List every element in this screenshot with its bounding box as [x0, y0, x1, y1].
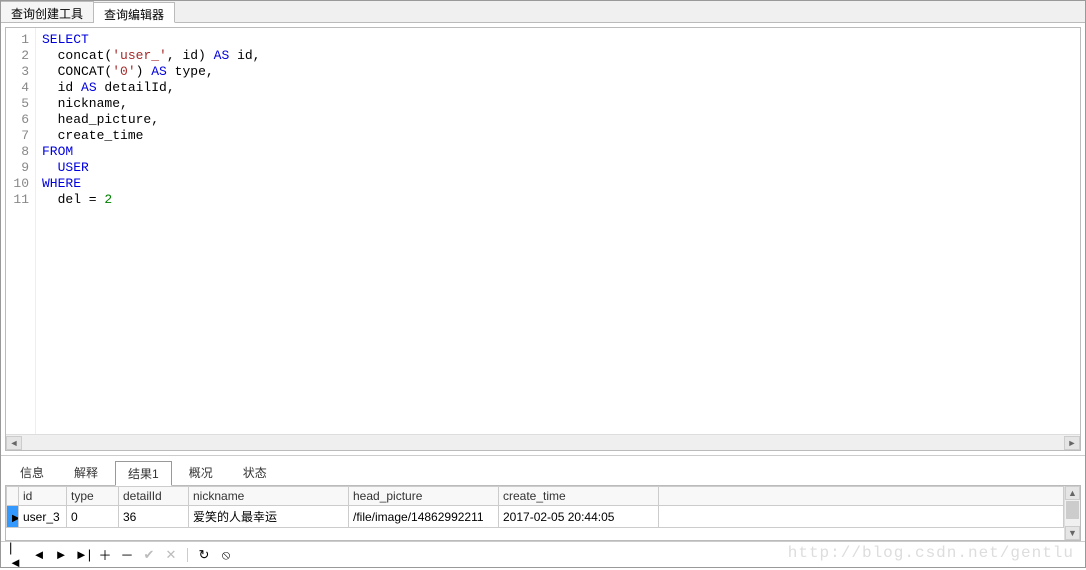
col-empty	[659, 487, 1064, 506]
apply-button[interactable]: ✔	[141, 547, 157, 563]
tab-info[interactable]: 信息	[7, 460, 57, 485]
scroll-left-icon[interactable]: ◄	[6, 436, 22, 450]
col-type[interactable]: type	[67, 487, 119, 506]
add-record-button[interactable]: ＋	[97, 547, 113, 563]
current-row-icon: ▶	[12, 513, 19, 524]
tab-query-builder[interactable]: 查询创建工具	[1, 1, 94, 22]
editor-hscrollbar[interactable]: ◄ ►	[6, 434, 1080, 450]
refresh-button[interactable]: ↻	[196, 547, 212, 563]
cell-empty	[659, 506, 1064, 528]
last-record-button[interactable]: ►|	[75, 547, 91, 563]
scroll-right-icon[interactable]: ►	[1064, 436, 1080, 450]
tab-profile[interactable]: 概况	[176, 460, 226, 485]
sql-editor-body[interactable]: 12345 67891011 SELECT concat('user_', id…	[6, 28, 1080, 434]
sql-editor: 12345 67891011 SELECT concat('user_', id…	[5, 27, 1081, 451]
tab-query-editor[interactable]: 查询编辑器	[94, 2, 175, 23]
first-record-button[interactable]: |◄	[9, 547, 25, 563]
cell-id[interactable]: user_3	[19, 506, 67, 528]
result-tab-bar: 信息 解释 结果1 概况 状态	[1, 455, 1085, 485]
code-area[interactable]: SELECT concat('user_', id) AS id, CONCAT…	[36, 28, 1080, 434]
col-head_picture[interactable]: head_picture	[349, 487, 499, 506]
scroll-down-icon[interactable]: ▼	[1065, 526, 1080, 540]
cell-detailId[interactable]: 36	[119, 506, 189, 528]
toolbar-separator	[187, 548, 188, 562]
cell-create_time[interactable]: 2017-02-05 20:44:05	[499, 506, 659, 528]
row-marker-header	[7, 487, 19, 506]
cell-type[interactable]: 0	[67, 506, 119, 528]
prev-record-button[interactable]: ◄	[31, 547, 47, 563]
col-create_time[interactable]: create_time	[499, 487, 659, 506]
scroll-up-icon[interactable]: ▲	[1065, 486, 1080, 500]
cell-head_picture[interactable]: /file/image/14862992211	[349, 506, 499, 528]
delete-record-button[interactable]: －	[119, 547, 135, 563]
table-row[interactable]: ▶ user_3 0 36 爱笑的人最幸运 /file/image/148629…	[7, 506, 1064, 528]
col-nickname[interactable]: nickname	[189, 487, 349, 506]
col-id[interactable]: id	[19, 487, 67, 506]
results-vscrollbar[interactable]: ▲ ▼	[1064, 486, 1080, 540]
top-tab-bar: 查询创建工具 查询编辑器	[1, 1, 1085, 23]
tab-status[interactable]: 状态	[230, 460, 280, 485]
col-detailId[interactable]: detailId	[119, 487, 189, 506]
table-header-row: id type detailId nickname head_picture c…	[7, 487, 1064, 506]
line-gutter: 12345 67891011	[6, 28, 36, 434]
next-record-button[interactable]: ►	[53, 547, 69, 563]
stop-button[interactable]: ⦸	[218, 547, 234, 563]
cancel-button[interactable]: ✕	[163, 547, 179, 563]
results-panel: id type detailId nickname head_picture c…	[5, 485, 1081, 541]
results-grid[interactable]: id type detailId nickname head_picture c…	[6, 486, 1064, 540]
scroll-thumb[interactable]	[1066, 501, 1079, 519]
row-marker: ▶	[7, 506, 19, 528]
tab-result1[interactable]: 结果1	[115, 461, 172, 486]
tab-explain[interactable]: 解释	[61, 460, 111, 485]
scroll-track[interactable]	[22, 436, 1064, 450]
cell-nickname[interactable]: 爱笑的人最幸运	[189, 506, 349, 528]
record-nav-toolbar: |◄ ◄ ► ►| ＋ － ✔ ✕ ↻ ⦸	[1, 541, 1085, 567]
